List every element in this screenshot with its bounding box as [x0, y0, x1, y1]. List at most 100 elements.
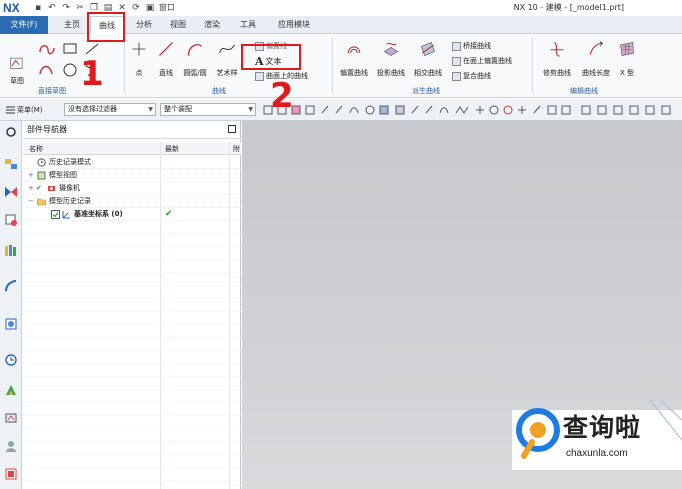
- manufacturing-wizard-icon[interactable]: [4, 411, 18, 425]
- undo-icon[interactable]: ↶: [47, 3, 57, 13]
- tab-render[interactable]: 渲染: [198, 16, 226, 34]
- column-name-header[interactable]: 名称: [29, 144, 43, 154]
- part-navigator: 部件导航器 名称 最新 附 历史记录模式 + 模型视图 + ✔ 摄像机 − 模型…: [23, 121, 241, 489]
- empty-row: [23, 377, 241, 390]
- checkbox-icon[interactable]: [51, 210, 60, 219]
- tree-row-datum-csys[interactable]: 基准坐标系 (0) ✔: [23, 208, 241, 221]
- curve-on-surface-icon: [255, 71, 264, 81]
- folder-icon: [37, 198, 46, 206]
- bridge-curve-icon: [452, 41, 461, 51]
- empty-row: [23, 234, 241, 247]
- sketch-icon: [10, 57, 23, 69]
- assembly-scope-dropdown[interactable]: 整个装配 ▼: [160, 103, 256, 116]
- tab-home[interactable]: 主页: [58, 16, 86, 34]
- divider: [332, 38, 333, 94]
- window-menu[interactable]: 窗口: [159, 3, 175, 13]
- tab-tools[interactable]: 工具: [234, 16, 262, 34]
- role-icon[interactable]: [4, 439, 18, 453]
- checkmark-icon[interactable]: ✔: [36, 182, 42, 195]
- tree-row-camera[interactable]: + ✔ 摄像机: [23, 182, 241, 195]
- redo-icon[interactable]: ↷: [61, 3, 71, 13]
- maximize-icon[interactable]: [228, 125, 236, 133]
- latest-check-icon: ✔: [165, 209, 173, 219]
- tree-row-model-views[interactable]: + 模型视图: [23, 169, 241, 182]
- system-scene-icon[interactable]: [4, 467, 18, 481]
- menu-button[interactable]: 菜单(M): [17, 105, 43, 115]
- empty-row: [23, 468, 241, 481]
- line-button[interactable]: 直线: [155, 40, 177, 78]
- empty-row: [23, 247, 241, 260]
- line-icon: [158, 41, 174, 57]
- empty-row: [23, 416, 241, 429]
- tree-row-history-mode[interactable]: 历史记录模式: [23, 156, 241, 169]
- x-form-button[interactable]: X 型: [614, 40, 640, 78]
- curve-length-icon: [589, 41, 604, 55]
- web-browser-icon[interactable]: [4, 317, 18, 331]
- tab-file[interactable]: 文件(F): [0, 16, 48, 34]
- composite-curve-item[interactable]: 复合曲线: [452, 70, 491, 82]
- tab-applications[interactable]: 应用模块: [270, 16, 318, 34]
- empty-row: [23, 351, 241, 364]
- chevron-down-icon: ▼: [148, 106, 153, 113]
- empty-row: [23, 221, 241, 234]
- trim-curve-icon: [550, 42, 564, 57]
- nx-logo: NX: [3, 1, 20, 15]
- process-studio-icon[interactable]: [4, 383, 18, 397]
- spline-icon: [219, 44, 235, 54]
- watermark-url: chaxunla.com: [566, 448, 628, 459]
- resource-bar: [0, 121, 22, 489]
- tab-view[interactable]: 视图: [164, 16, 192, 34]
- trim-curve-button[interactable]: 修剪曲线: [538, 40, 576, 78]
- empty-row: [23, 364, 241, 377]
- point-button[interactable]: 点: [128, 40, 150, 78]
- project-curve-icon: [383, 42, 399, 56]
- selection-toolbar: 菜单(M) 没有选择过滤器 ▼ 整个装配 ▼: [0, 99, 682, 121]
- arc-circle-button[interactable]: 圆弧/圆: [180, 40, 210, 78]
- offset-curve-button[interactable]: 偏置曲线: [336, 40, 372, 78]
- empty-row: [23, 338, 241, 351]
- column-extra-header[interactable]: 附: [233, 144, 240, 154]
- spline-button[interactable]: 艺术样: [212, 40, 242, 78]
- tree-row-model-history[interactable]: − 模型历史记录: [23, 195, 241, 208]
- curve-length-button[interactable]: 曲线长度: [578, 40, 614, 78]
- reuse-library-icon[interactable]: [4, 243, 18, 257]
- divider: [124, 38, 125, 94]
- expand-icon[interactable]: +: [28, 182, 34, 195]
- tab-analysis[interactable]: 分析: [130, 16, 158, 34]
- edit-group-label: 编辑曲线: [570, 87, 598, 95]
- expand-icon[interactable]: +: [28, 169, 34, 182]
- repeat-icon[interactable]: ⟳: [131, 3, 141, 13]
- offset-in-face-icon: [452, 56, 461, 66]
- point-icon: [132, 42, 146, 56]
- project-curve-button[interactable]: 投影曲线: [373, 40, 409, 78]
- empty-row: [23, 429, 241, 442]
- watermark-text: 查询啦: [563, 413, 642, 442]
- sketch-tools-icons: [39, 43, 99, 77]
- sketch-button[interactable]: 草图: [4, 56, 30, 86]
- navigator-header: 名称 最新 附: [23, 142, 241, 155]
- model-views-icon: [37, 171, 46, 180]
- collapse-icon[interactable]: −: [28, 195, 34, 208]
- bridge-curve-item[interactable]: 桥接曲线: [452, 40, 491, 52]
- save-icon[interactable]: ▪: [33, 3, 43, 13]
- intersect-curve-icon: [421, 42, 435, 56]
- hd3d-tools-icon[interactable]: [4, 279, 18, 293]
- datum-csys-icon: [62, 211, 70, 219]
- empty-row: [23, 325, 241, 338]
- offset-in-face-item[interactable]: 在面上偏置曲线: [452, 55, 512, 67]
- empty-row: [23, 299, 241, 312]
- menu-icon: [5, 104, 16, 115]
- settings-icon[interactable]: [4, 125, 18, 139]
- constraint-navigator-icon[interactable]: [4, 185, 18, 199]
- arc-icon: [187, 44, 203, 56]
- snap-toolbar-icons[interactable]: [262, 103, 682, 117]
- cut-icon[interactable]: ✂: [75, 3, 85, 13]
- assembly-navigator-icon[interactable]: [4, 157, 18, 171]
- part-navigator-icon[interactable]: [4, 213, 18, 227]
- window-icon[interactable]: ▣: [145, 3, 155, 13]
- selection-filter-dropdown[interactable]: 没有选择过滤器 ▼: [64, 103, 156, 116]
- history-icon[interactable]: [4, 353, 18, 367]
- column-latest-header[interactable]: 最新: [165, 144, 179, 154]
- intersect-curve-button[interactable]: 相交曲线: [410, 40, 446, 78]
- highlight-curve-tab: [87, 12, 125, 42]
